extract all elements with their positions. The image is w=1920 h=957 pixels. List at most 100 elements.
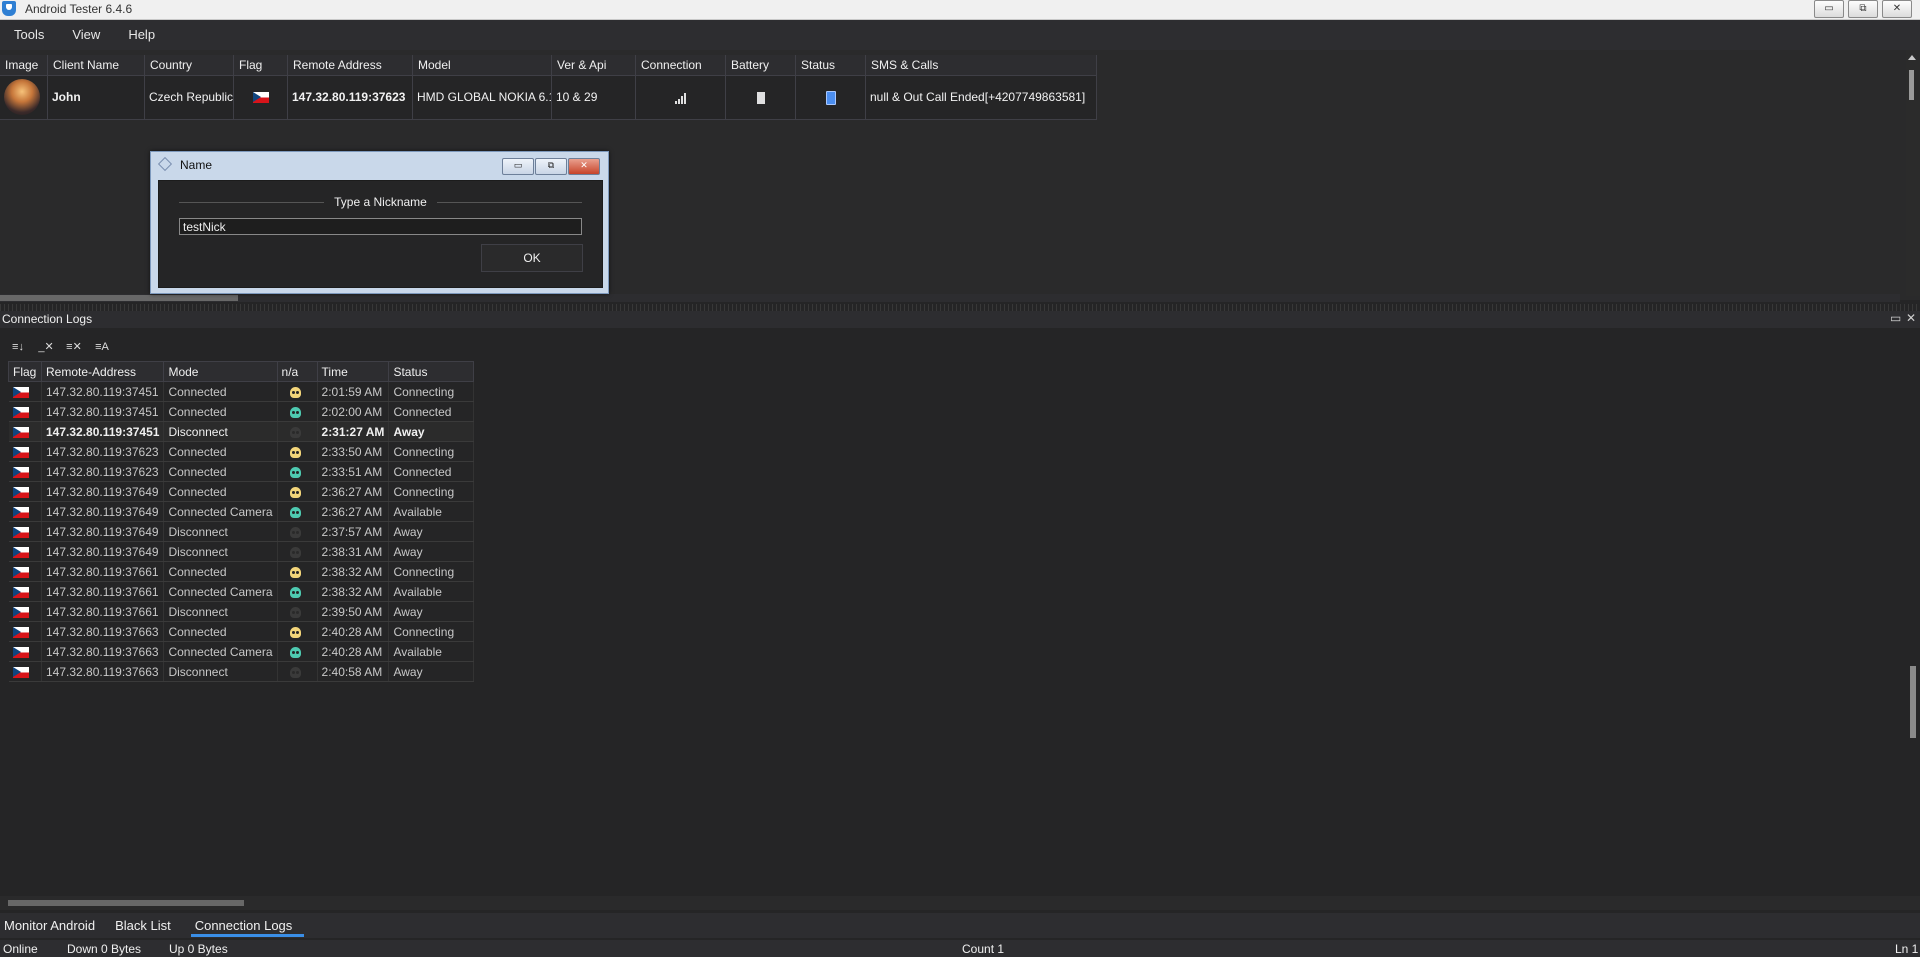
col-log-time[interactable]: Time <box>316 361 390 382</box>
pen-icon <box>157 156 173 172</box>
menu-tools[interactable]: Tools <box>0 20 58 50</box>
col-log-remote-address[interactable]: Remote-Address <box>40 361 165 382</box>
log-remote-address: 147.32.80.119:37649 <box>41 521 165 542</box>
col-sms-calls[interactable]: SMS & Calls <box>866 55 1097 75</box>
skull-icon <box>289 566 301 578</box>
log-row[interactable]: 147.32.80.119:37623 Connected 2:33:50 AM Co… <box>8 441 475 462</box>
log-row[interactable]: 147.32.80.119:37661 Connected Camera 2:38:… <box>8 581 475 602</box>
col-connection[interactable]: Connection <box>636 55 726 75</box>
log-flag-cell <box>8 561 42 582</box>
log-remote-address: 147.32.80.119:37649 <box>41 501 165 522</box>
log-remote-address: 147.32.80.119:37661 <box>41 561 165 582</box>
log-row[interactable]: 147.32.80.119:37663 Disconnect 2:40:58 AM A… <box>8 661 475 682</box>
client-row[interactable]: John Czech Republic 147.32.80.119:37623 … <box>0 76 1097 120</box>
nickname-input[interactable] <box>179 218 582 235</box>
log-row[interactable]: 147.32.80.119:37661 Disconnect 2:39:50 AM A… <box>8 601 475 622</box>
maximize-panel-icon[interactable]: ▭ <box>1890 311 1901 325</box>
log-remote-address: 147.32.80.119:37661 <box>41 581 165 602</box>
hscroll-thumb[interactable] <box>0 295 238 301</box>
col-battery[interactable]: Battery <box>726 55 796 75</box>
logs-vscroll-thumb[interactable] <box>1910 666 1916 738</box>
client-grid-hscrollbar[interactable] <box>0 294 1900 302</box>
log-status: Connected <box>388 461 475 482</box>
col-remote-address[interactable]: Remote Address <box>288 55 413 75</box>
clear-icon[interactable]: _✕ <box>35 338 57 356</box>
clear-list-icon[interactable]: ≡✕ <box>63 338 85 356</box>
log-state-cell <box>277 621 318 642</box>
tab-black-list[interactable]: Black List <box>111 913 183 938</box>
restore-button[interactable]: ⧉ <box>1848 0 1878 18</box>
czech-flag-icon <box>12 486 29 498</box>
log-flag-cell <box>8 581 42 602</box>
col-ver-api[interactable]: Ver & Api <box>552 55 636 75</box>
log-row[interactable]: 147.32.80.119:37649 Disconnect 2:38:31 AM A… <box>8 541 475 562</box>
col-status[interactable]: Status <box>796 55 866 75</box>
col-log-mode[interactable]: Mode <box>163 361 278 382</box>
log-time: 2:01:59 AM <box>317 381 390 402</box>
dialog-minimize-button[interactable]: ▭ <box>502 158 534 175</box>
log-row[interactable]: 147.32.80.119:37623 Connected 2:33:51 AM Co… <box>8 461 475 482</box>
phone-icon <box>825 90 836 105</box>
log-mode: Connected Camera <box>163 581 278 602</box>
dialog-restore-button[interactable]: ⧉ <box>535 158 567 175</box>
client-grid-vscrollbar[interactable] <box>1906 50 1920 296</box>
log-state-cell <box>277 381 318 402</box>
log-status: Available <box>388 501 475 522</box>
czech-flag-icon <box>12 386 29 398</box>
ok-button[interactable]: OK <box>481 244 583 272</box>
close-button[interactable]: ✕ <box>1882 0 1912 18</box>
client-flag-cell <box>234 76 288 119</box>
minimize-button[interactable]: ▭ <box>1814 0 1844 18</box>
log-mode: Connected <box>163 481 278 502</box>
vscroll-thumb[interactable] <box>1909 70 1914 100</box>
log-state-cell <box>277 581 318 602</box>
log-row[interactable]: 147.32.80.119:37663 Connected Camera 2:40:… <box>8 641 475 662</box>
sort-icon[interactable]: ≡↓ <box>7 338 29 356</box>
col-image[interactable]: Image <box>0 55 48 75</box>
log-row[interactable]: 147.32.80.119:37661 Connected 2:38:32 AM Co… <box>8 561 475 582</box>
log-state-cell <box>277 661 318 682</box>
czech-flag-icon <box>12 426 29 438</box>
log-remote-address: 147.32.80.119:37451 <box>41 381 165 402</box>
menu-view[interactable]: View <box>58 20 114 50</box>
window-controls: ▭ ⧉ ✕ <box>1814 0 1912 18</box>
log-status: Away <box>388 541 475 562</box>
skull-icon <box>289 606 301 618</box>
log-mode: Connected <box>163 621 278 642</box>
dialog-titlebar[interactable]: Name ▭ ⧉ ✕ <box>151 152 608 178</box>
log-row[interactable]: 147.32.80.119:37451 Connected 2:01:59 AM Co… <box>8 381 475 402</box>
scroll-up-icon[interactable] <box>1908 55 1916 60</box>
log-row[interactable]: 147.32.80.119:37649 Connected 2:36:27 AM Co… <box>8 481 475 502</box>
dialog-close-button[interactable]: ✕ <box>568 158 600 175</box>
logs-hscroll-thumb[interactable] <box>8 900 244 906</box>
log-flag-cell <box>8 601 42 622</box>
log-row[interactable]: 147.32.80.119:37663 Connected 2:40:28 AM Co… <box>8 621 475 642</box>
log-row[interactable]: 147.32.80.119:37451 Connected 2:02:00 AM Co… <box>8 401 475 422</box>
log-row[interactable]: 147.32.80.119:37649 Connected Camera 2:36:… <box>8 501 475 522</box>
signal-bars-icon <box>674 92 687 104</box>
skull-icon <box>289 526 301 538</box>
col-country[interactable]: Country <box>145 55 234 75</box>
log-state-cell <box>277 501 318 522</box>
col-log-na[interactable]: n/a <box>276 361 318 382</box>
tab-connection-logs[interactable]: Connection Logs <box>190 913 305 938</box>
logs-hscrollbar[interactable] <box>0 896 1920 910</box>
log-flag-cell <box>8 521 42 542</box>
menu-help[interactable]: Help <box>114 20 169 50</box>
col-log-flag[interactable]: Flag <box>8 361 42 382</box>
dialog-controls: ▭ ⧉ ✕ <box>502 158 600 175</box>
close-panel-icon[interactable]: ✕ <box>1906 311 1916 325</box>
log-row[interactable]: 147.32.80.119:37649 Disconnect 2:37:57 AM A… <box>8 521 475 542</box>
log-mode: Connected <box>163 401 278 422</box>
log-time: 2:38:32 AM <box>317 581 390 602</box>
client-sms-calls: null & Out Call Ended[+4207749863581] <box>866 76 1097 119</box>
czech-flag-icon <box>12 646 29 658</box>
col-log-status[interactable]: Status <box>388 361 475 382</box>
col-client-name[interactable]: Client Name <box>48 55 145 75</box>
col-model[interactable]: Model <box>413 55 552 75</box>
filter-icon[interactable]: ≡A <box>91 338 113 356</box>
tab-monitor-android[interactable]: Monitor Android <box>0 913 107 938</box>
logs-vscrollbar[interactable] <box>1906 666 1920 738</box>
col-flag[interactable]: Flag <box>234 55 288 75</box>
log-row[interactable]: 147.32.80.119:37451 Disconnect 2:31:27 AM A… <box>8 421 475 442</box>
